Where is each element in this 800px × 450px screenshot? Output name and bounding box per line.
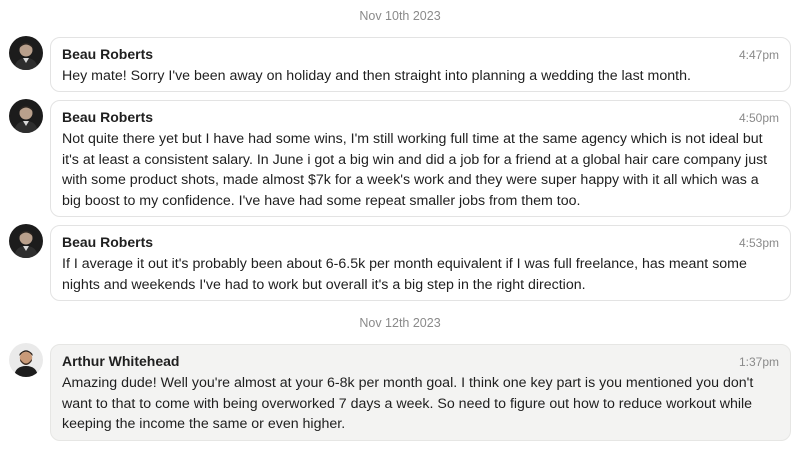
date-separator: Nov 10th 2023 xyxy=(359,9,441,23)
message-bubble: Beau Roberts 4:47pm Hey mate! Sorry I've… xyxy=(50,37,791,92)
date-separator: Nov 12th 2023 xyxy=(359,316,441,330)
sender-name[interactable]: Arthur Whitehead xyxy=(62,353,179,369)
avatar[interactable] xyxy=(9,99,43,133)
message-timestamp: 1:37pm xyxy=(738,355,779,369)
message-text: Amazing dude! Well you're almost at your… xyxy=(62,375,754,432)
message-timestamp: 4:53pm xyxy=(738,236,779,250)
message-text: If I average it out it's probably been a… xyxy=(62,256,747,293)
message-text: Not quite there yet but I have had some … xyxy=(62,131,768,209)
message-bubble: Beau Roberts 4:50pm Not quite there yet … xyxy=(50,100,791,217)
avatar[interactable] xyxy=(9,343,43,377)
avatar[interactable] xyxy=(9,224,43,258)
message-bubble: Arthur Whitehead 1:37pm Amazing dude! We… xyxy=(50,344,791,441)
message-timestamp: 4:47pm xyxy=(738,48,779,62)
sender-name[interactable]: Beau Roberts xyxy=(62,109,153,125)
message-bubble: Beau Roberts 4:53pm If I average it out … xyxy=(50,225,791,301)
sender-name[interactable]: Beau Roberts xyxy=(62,234,153,250)
sender-name[interactable]: Beau Roberts xyxy=(62,46,153,62)
message-timestamp: 4:50pm xyxy=(738,111,779,125)
avatar[interactable] xyxy=(9,36,43,70)
chat-thread: Nov 10th 2023 Beau Roberts 4:47pm Hey ma… xyxy=(0,0,800,450)
message-text: Hey mate! Sorry I've been away on holida… xyxy=(62,68,691,84)
